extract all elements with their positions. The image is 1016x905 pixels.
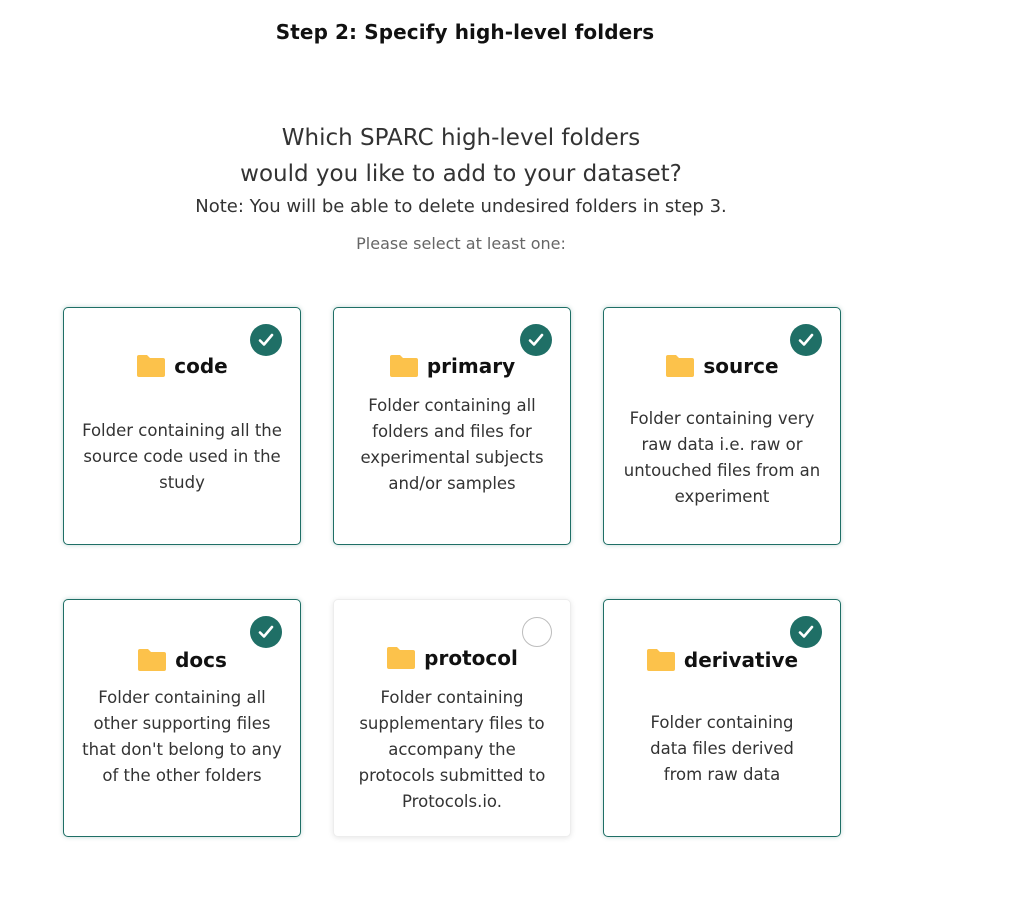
folder-icon	[665, 354, 695, 378]
folder-card-protocol[interactable]: protocol Folder containing supplementary…	[333, 599, 571, 837]
step-title: Step 2: Specify high-level folders	[275, 20, 655, 44]
folder-card-primary[interactable]: primary Folder containing all folders an…	[333, 307, 571, 545]
folder-name: protocol	[424, 646, 518, 670]
folder-question: Which SPARC high-level folders would you…	[0, 120, 922, 192]
folder-icon	[137, 648, 167, 672]
folder-description: Folder containing all other supporting f…	[82, 688, 282, 785]
folder-description: Folder containing supplementary files to…	[358, 688, 546, 811]
checkmark-icon[interactable]	[250, 616, 282, 648]
folder-card-code[interactable]: code Folder containing all the source co…	[63, 307, 301, 545]
folder-name: derivative	[683, 648, 799, 672]
folder-icon	[386, 646, 416, 670]
unchecked-circle-icon[interactable]	[522, 617, 552, 647]
folder-name: primary	[426, 354, 516, 378]
folder-name: docs	[175, 648, 227, 672]
folder-description: Folder containing data files derived fro…	[650, 713, 794, 784]
folder-description: Folder containing very raw data i.e. raw…	[623, 409, 821, 506]
checkmark-icon[interactable]	[250, 324, 282, 356]
checkmark-icon[interactable]	[790, 324, 822, 356]
folder-card-docs[interactable]: docs Folder containing all other support…	[63, 599, 301, 837]
question-line-2: would you like to add to your dataset?	[240, 161, 682, 187]
folder-icon	[136, 354, 166, 378]
delete-note: Note: You will be able to delete undesir…	[195, 196, 727, 217]
folder-card-derivative[interactable]: derivative Folder containing data files …	[603, 599, 841, 837]
folder-icon	[646, 648, 676, 672]
folder-name: source	[703, 354, 779, 378]
folder-card-source[interactable]: source Folder containing very raw data i…	[603, 307, 841, 545]
folder-name: code	[174, 354, 228, 378]
checkmark-icon[interactable]	[520, 324, 552, 356]
folder-icon	[389, 354, 419, 378]
folder-description: Folder containing all folders and files …	[360, 396, 544, 493]
checkmark-icon[interactable]	[790, 616, 822, 648]
question-line-1: Which SPARC high-level folders	[281, 125, 641, 151]
folder-description: Folder containing all the source code us…	[82, 421, 282, 492]
selection-hint: Please select at least one:	[356, 234, 566, 253]
